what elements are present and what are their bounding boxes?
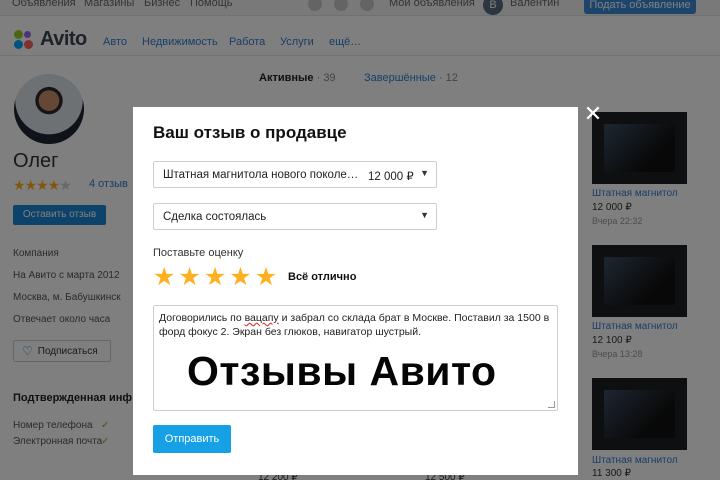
submit-button[interactable]: Отправить (153, 425, 231, 453)
star-icon[interactable]: ★ (204, 265, 226, 290)
deal-status-select[interactable]: Сделка состоялась ▼ (153, 203, 437, 230)
close-icon[interactable]: ✕ (583, 103, 603, 125)
modal-title: Ваш отзыв о продавце (153, 123, 347, 142)
item-select-value: Штатная магнитола нового поколе… (163, 169, 359, 181)
rating-text: Всё отлично (288, 271, 357, 283)
review-text-misspelled: вацапу (244, 312, 279, 324)
star-icon[interactable]: ★ (178, 265, 200, 290)
watermark-text: Отзывы Авито (187, 348, 497, 394)
chevron-down-icon: ▼ (420, 210, 429, 220)
deal-status-value: Сделка состоялась (163, 211, 267, 223)
resize-handle-icon[interactable] (548, 401, 555, 408)
review-modal: Ваш отзыв о продавце Штатная магнитола н… (133, 107, 578, 475)
item-select[interactable]: Штатная магнитола нового поколе… 12 000 … (153, 161, 437, 188)
star-icon[interactable]: ★ (255, 265, 277, 290)
review-text: Договорились по вацапу и забрал со склад… (159, 311, 551, 339)
review-textarea[interactable]: Договорились по вацапу и забрал со склад… (153, 305, 558, 411)
chevron-down-icon: ▼ (420, 168, 429, 178)
rating-label: Поставьте оценку (153, 247, 244, 259)
review-text-part: Договорились по (159, 312, 245, 324)
item-select-price: 12 000 ₽ (368, 171, 414, 183)
star-icon[interactable]: ★ (153, 265, 175, 290)
star-icon[interactable]: ★ (229, 265, 251, 290)
rating-stars: ★ ★ ★ ★ ★ (153, 265, 277, 290)
